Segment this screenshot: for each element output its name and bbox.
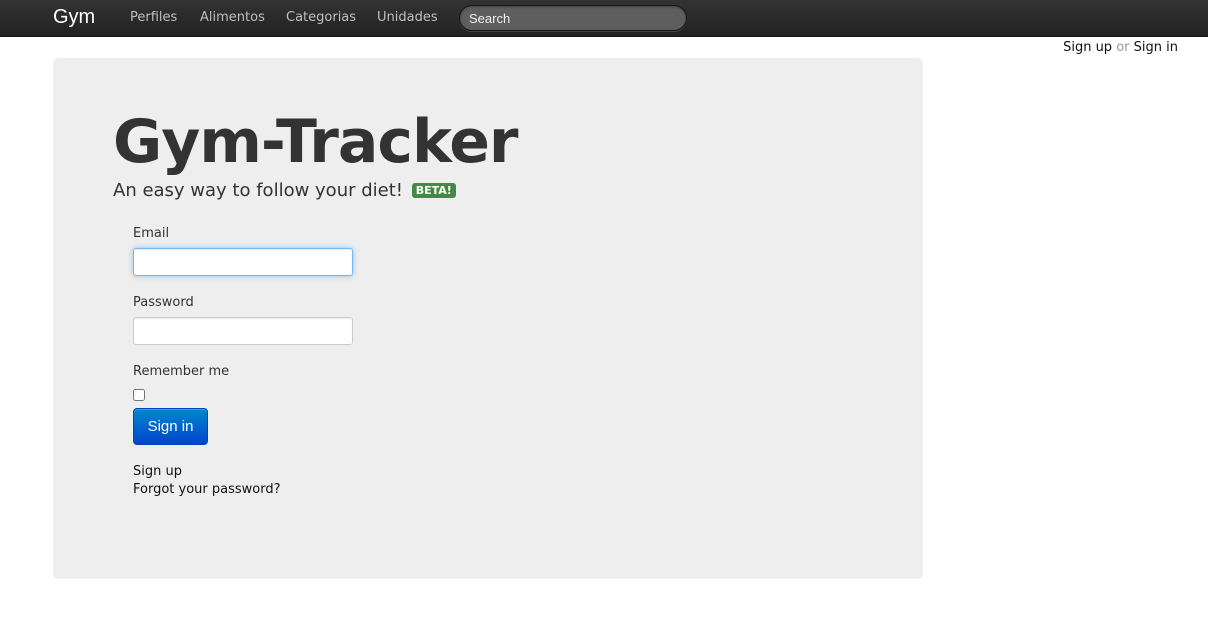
tagline: An easy way to follow your diet! BETA! — [113, 180, 456, 201]
beta-badge: BETA! — [411, 183, 456, 198]
tagline-text: An easy way to follow your diet! — [113, 180, 403, 201]
sign-in-top-link[interactable]: Sign in — [1134, 40, 1178, 55]
password-field[interactable] — [133, 317, 353, 345]
user-links: Sign up or Sign in — [1063, 40, 1178, 55]
nav-link-perfiles[interactable]: Perfiles — [130, 10, 177, 25]
sign-up-top-link[interactable]: Sign up — [1063, 40, 1112, 55]
nav-link-alimentos[interactable]: Alimentos — [200, 10, 265, 25]
password-label: Password — [133, 295, 194, 310]
sign-in-button[interactable]: Sign in — [133, 408, 208, 445]
brand-link[interactable]: Gym — [53, 6, 95, 29]
remember-me-checkbox[interactable] — [133, 389, 145, 401]
top-navbar: Gym Perfiles Alimentos Categorias Unidad… — [0, 0, 1208, 37]
sign-up-link[interactable]: Sign up — [133, 464, 182, 479]
forgot-password-link[interactable]: Forgot your password? — [133, 482, 281, 497]
or-separator: or — [1116, 40, 1130, 55]
hero-panel: Gym-Tracker An easy way to follow your d… — [53, 58, 923, 579]
email-label: Email — [133, 226, 170, 241]
nav-link-categorias[interactable]: Categorias — [286, 10, 356, 25]
page-title: Gym-Tracker — [113, 107, 519, 177]
email-field[interactable] — [133, 248, 353, 276]
search-input[interactable] — [459, 5, 687, 31]
remember-me-label: Remember me — [133, 364, 230, 379]
nav-link-unidades[interactable]: Unidades — [377, 10, 438, 25]
